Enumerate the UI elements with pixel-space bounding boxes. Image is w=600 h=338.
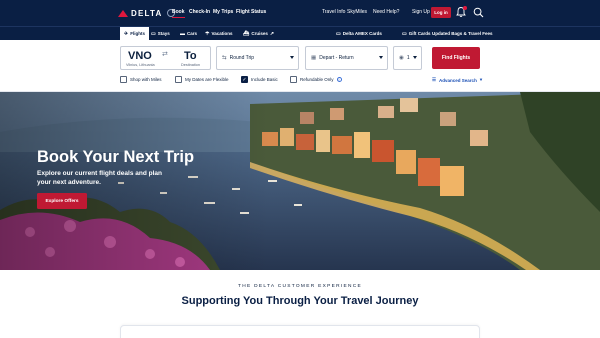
tab-cars-label: Cars xyxy=(187,31,198,36)
nav-check-in[interactable]: Check-In xyxy=(189,9,210,15)
top-navigation: DELTA Book Check-In My Trips Flight Stat… xyxy=(0,0,600,26)
util-need-help[interactable]: Need Help? xyxy=(373,9,399,15)
chevron-down-icon xyxy=(379,56,383,59)
trip-type-value: Round Trip xyxy=(229,55,255,61)
nav-my-trips[interactable]: My Trips xyxy=(213,9,233,15)
tab-flights-label: Flights xyxy=(130,31,145,36)
option-include-basic[interactable]: ✓ Include Basic xyxy=(241,76,278,83)
tab-cars[interactable]: ▬ Cars xyxy=(180,27,197,40)
explore-offers-button[interactable]: Explore Offers xyxy=(37,193,87,209)
checkbox-checked[interactable]: ✓ xyxy=(241,76,248,83)
swap-arrows-icon[interactable]: ⇄ xyxy=(162,50,168,58)
option-refundable-only[interactable]: Refundable Only i xyxy=(290,76,342,83)
date-value: Depart - Return xyxy=(319,55,354,61)
person-icon: ◉ xyxy=(399,55,404,61)
promo-bags-fees[interactable]: Updated Bags & Travel Fees xyxy=(432,27,493,40)
sliders-icon: ☰ xyxy=(432,77,437,82)
promo-gift-cards[interactable]: ▭ Gift Cards xyxy=(402,27,431,40)
ship-icon: ⛴ xyxy=(243,30,250,37)
delta-widget-icon xyxy=(118,9,128,17)
nav-book[interactable]: Book xyxy=(172,9,185,18)
util-skymiles[interactable]: SkyMiles xyxy=(347,9,367,15)
passenger-select[interactable]: ◉ 1 xyxy=(393,46,422,70)
promo-gift-label: Gift Cards xyxy=(408,31,431,36)
option-label: Refundable Only xyxy=(300,77,334,82)
advanced-search-label: Advanced Search xyxy=(439,77,477,83)
promo-amex-label: Delta AMEX Cards xyxy=(342,31,382,36)
util-sign-up[interactable]: Sign Up xyxy=(412,9,430,15)
info-icon[interactable]: i xyxy=(336,77,342,82)
destination-label: Destination xyxy=(181,63,200,67)
advanced-search-link[interactable]: ☰ Advanced Search ▾ xyxy=(432,77,482,83)
car-icon: ▬ xyxy=(180,30,185,37)
chevron-down-icon xyxy=(290,56,294,59)
experience-card xyxy=(120,325,480,338)
section-title: Supporting You Through Your Travel Journ… xyxy=(181,295,419,307)
section-eyebrow: THE DELTA CUSTOMER EXPERIENCE xyxy=(237,284,363,289)
login-button[interactable]: Log in xyxy=(431,7,451,18)
destination-code[interactable]: To xyxy=(184,50,197,62)
nav-flight-status[interactable]: Flight Status xyxy=(236,9,266,15)
chevron-down-icon: ▾ xyxy=(479,77,483,82)
tab-cruises-label: Cruises xyxy=(251,31,268,36)
chevron-down-icon xyxy=(413,56,417,59)
round-trip-icon: ⇆ xyxy=(222,55,227,61)
plane-icon: ✈ xyxy=(124,30,129,37)
origin-city: Vilnius, Lithuania xyxy=(126,63,155,67)
option-shop-with-miles[interactable]: Shop with Miles xyxy=(120,76,162,83)
tab-vacations[interactable]: ☂ Vacations xyxy=(205,27,233,40)
tab-stays-label: Stays xyxy=(157,31,170,36)
tab-vacations-label: Vacations xyxy=(211,31,233,36)
brand-name: DELTA xyxy=(131,8,163,18)
bed-icon: ▭ xyxy=(151,30,156,37)
passenger-count: 1 xyxy=(406,55,410,61)
find-flights-button[interactable]: Find Flights xyxy=(432,47,480,69)
flight-search-form: VNO Vilnius, Lithuania To Destination ⇄ … xyxy=(0,40,600,92)
tab-flights[interactable]: ✈ Flights xyxy=(120,27,149,40)
delta-logo[interactable]: DELTA xyxy=(118,8,176,18)
origin-code[interactable]: VNO xyxy=(128,50,152,62)
promo-amex-cards[interactable]: ▭ Delta AMEX Cards xyxy=(336,27,382,40)
hero-title: Book Your Next Trip xyxy=(37,148,195,166)
credit-card-icon: ▭ xyxy=(336,30,341,37)
external-link-icon: ↗ xyxy=(269,30,275,37)
gift-card-icon: ▭ xyxy=(402,30,407,37)
date-picker[interactable]: ▦ Depart - Return xyxy=(305,46,388,70)
hero-subtitle: Explore our current flight deals and pla… xyxy=(37,170,162,186)
umbrella-icon: ☂ xyxy=(205,30,210,37)
tab-stays[interactable]: ▭ Stays xyxy=(151,27,170,40)
notification-dot xyxy=(463,6,467,10)
option-label: Include Basic xyxy=(251,77,278,82)
checkbox[interactable] xyxy=(120,76,127,83)
promo-bags-label: Updated Bags & Travel Fees xyxy=(432,31,493,36)
trip-type-select[interactable]: ⇆ Round Trip xyxy=(216,46,299,70)
checkbox[interactable] xyxy=(290,76,297,83)
option-label: My Dates are Flexible xyxy=(185,77,229,82)
search-icon[interactable] xyxy=(473,7,484,18)
option-label: Shop with Miles xyxy=(130,77,162,82)
booking-subnav: ✈ Flights ▭ Stays ▬ Cars ☂ Vacations ⛴ C… xyxy=(0,26,600,40)
option-flexible-dates[interactable]: My Dates are Flexible xyxy=(175,76,229,83)
util-travel-info[interactable]: Travel Info xyxy=(322,9,345,15)
checkbox[interactable] xyxy=(175,76,182,83)
calendar-icon: ▦ xyxy=(311,55,317,61)
tab-cruises[interactable]: ⛴ Cruises ↗ xyxy=(243,27,274,40)
